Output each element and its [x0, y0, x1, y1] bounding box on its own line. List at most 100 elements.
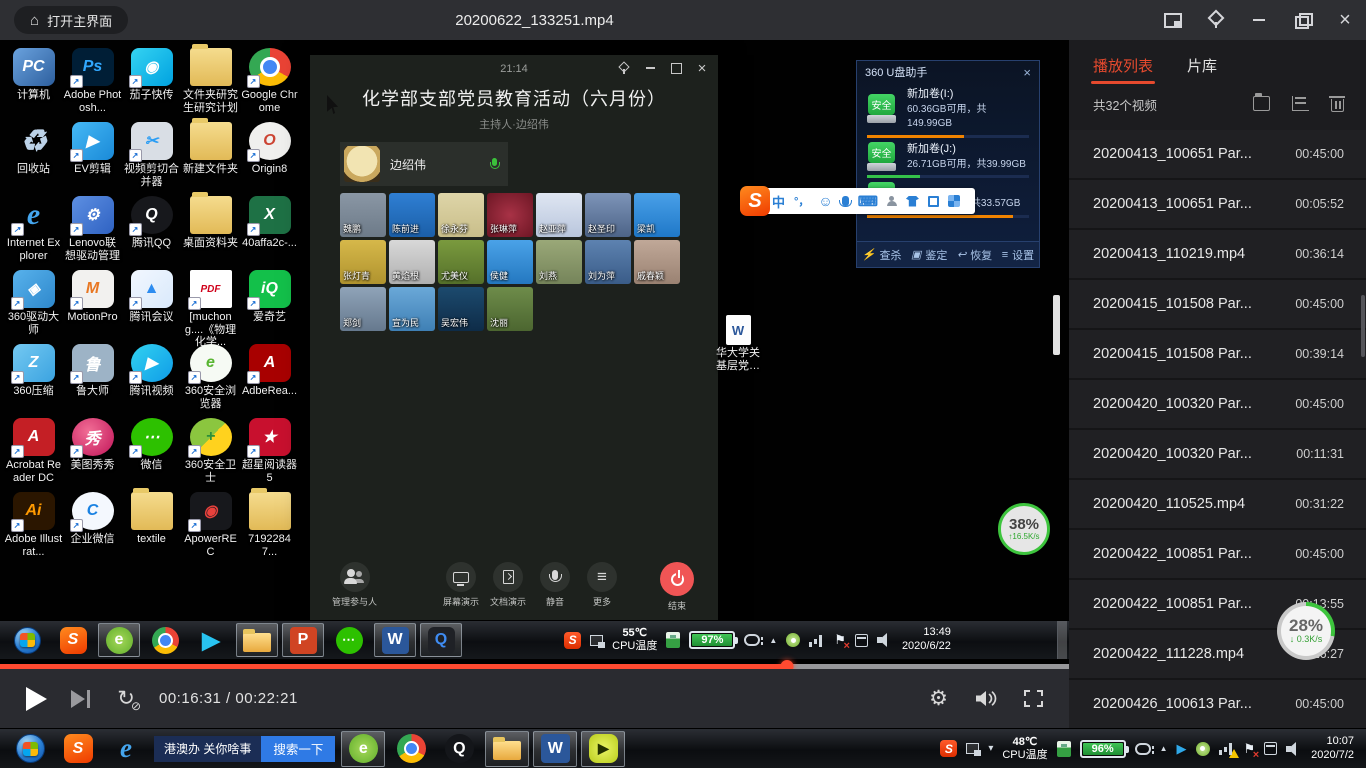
- taskbar-app-icon[interactable]: [485, 731, 529, 767]
- desktop-icon-image: PDF: [190, 270, 232, 308]
- play-button[interactable]: [26, 687, 47, 711]
- taskbar-app-icon[interactable]: [389, 731, 433, 767]
- desktop-icon: 鲁 鲁大师: [63, 344, 122, 418]
- action-center-icon[interactable]: [1244, 741, 1256, 757]
- participant-name: 郑剑: [343, 316, 361, 329]
- sogou-tray-icon[interactable]: [940, 740, 957, 757]
- volume-icon[interactable]: [974, 689, 998, 708]
- add-folder-icon[interactable]: [1253, 96, 1270, 111]
- participant-grid: 魏鹏 陈前进 徐永芬 张琳萍 赵亚萍: [340, 193, 686, 331]
- playlist-item-name: 20200420_100320 Par...: [1093, 396, 1252, 412]
- battery-indicator: 96%: [1080, 740, 1126, 758]
- desktop-icon: C 企业微信: [63, 492, 122, 566]
- manage-list-icon[interactable]: [1292, 96, 1309, 111]
- playlist-item-duration: 00:05:52: [1295, 197, 1344, 211]
- meeting-control-icon: [446, 562, 476, 592]
- tab-library[interactable]: 片库: [1187, 55, 1217, 84]
- playlist-item[interactable]: 20200420_100320 Par... 00:45:00: [1069, 380, 1366, 430]
- taskbar-app-icon[interactable]: ▶: [581, 731, 625, 767]
- search-widget-headline[interactable]: 港澳办 关你啥事: [154, 736, 261, 762]
- taskbar-app-icon: e: [98, 623, 140, 657]
- desktop-icon-label: 超星阅读器5: [241, 459, 299, 484]
- video-count: 共32个视频: [1093, 95, 1157, 114]
- minimize-icon[interactable]: [1250, 12, 1268, 28]
- system-tray: 48℃CPU温度 96% 10:072020/7/2: [940, 735, 1360, 763]
- search-widget[interactable]: 港澳办 关你啥事 搜索一下: [154, 733, 335, 765]
- taskbar-app-icon: S: [52, 623, 94, 657]
- desktop-icon-label: 360安全浏览器: [182, 385, 240, 410]
- desktop-icon-image: [190, 122, 232, 160]
- participant-tile: 黄焰根: [389, 240, 435, 284]
- recorded-desktop-icons: PC 计算机 Ps Adobe Photosh... ◉ 茄子快传 文件夹研究生…: [4, 48, 299, 566]
- fullscreen-icon[interactable]: [1024, 690, 1043, 707]
- taskbar-app-icon[interactable]: e: [341, 731, 385, 767]
- taskbar-app-icon[interactable]: W: [533, 731, 577, 767]
- meeting-control-button: 管理参与人: [332, 562, 377, 608]
- desktop-icon-image: [190, 48, 232, 86]
- tray-expand-icon[interactable]: [1160, 744, 1168, 753]
- search-widget-button[interactable]: 搜索一下: [261, 736, 335, 762]
- taskbar-app-icon[interactable]: [8, 731, 52, 767]
- desktop-icon: PC 计算机: [4, 48, 63, 122]
- maximize-icon[interactable]: [1293, 12, 1311, 28]
- meeting-title: 化学部支部党员教育活动（六月份）: [310, 85, 718, 111]
- meeting-control-label: 静音: [546, 595, 564, 608]
- playlist-item[interactable]: 20200413_110219.mp4 00:36:14: [1069, 230, 1366, 280]
- tab-playlist[interactable]: 播放列表: [1093, 55, 1153, 84]
- usb-helper-title: 360 U盘助手: [865, 64, 927, 80]
- participant-tile: 沈丽: [487, 287, 533, 331]
- playlist-item[interactable]: 20200413_100651 Par... 00:05:52: [1069, 180, 1366, 230]
- playlist-item[interactable]: 20200420_100320 Par... 00:11:31: [1069, 430, 1366, 480]
- desktop-icon-image: M: [72, 270, 114, 308]
- power-plug-icon: [1135, 743, 1151, 755]
- playlist-item[interactable]: 20200426_100613 Par... 00:45:00: [1069, 680, 1366, 728]
- playlist-item-name: 20200422_111228.mp4: [1093, 646, 1244, 662]
- playlist-item-name: 20200426_100613 Par...: [1093, 696, 1252, 712]
- screenshot-icon: [928, 196, 939, 207]
- next-button[interactable]: [71, 688, 91, 710]
- desktop-icon-label: 计算机: [17, 89, 50, 102]
- system-taskbar: S e 港澳办 关你啥事 搜索一下 e: [0, 728, 1366, 768]
- window-switch-tray-icon[interactable]: [966, 743, 979, 754]
- playlist-item[interactable]: 20200415_101508 Par... 00:39:14: [1069, 330, 1366, 380]
- pin-on-top-icon[interactable]: [1207, 12, 1225, 28]
- usb-tray-icon[interactable]: [1057, 741, 1071, 757]
- desktop-icon: ◉ ApowerREC: [181, 492, 240, 566]
- settings-gear-icon[interactable]: ⚙: [929, 688, 948, 709]
- tray-collapse-icon[interactable]: [988, 743, 993, 754]
- desktop-icon: 文件夹研究生研究计划: [181, 48, 240, 122]
- taskbar-app-icon[interactable]: e: [104, 731, 148, 767]
- desktop-icon: 新建文件夹: [181, 122, 240, 196]
- participant-tile: 魏鹏: [340, 193, 386, 237]
- mini-player-icon[interactable]: [1164, 12, 1182, 28]
- playlist-scrollbar[interactable]: [1361, 295, 1365, 357]
- download-progress-badge[interactable]: 28% ↓ 0.3K/s: [1277, 602, 1335, 660]
- video-canvas[interactable]: PC 计算机 Ps Adobe Photosh... ◉ 茄子快传 文件夹研究生…: [0, 40, 1069, 659]
- playlist-item[interactable]: 20200420_110525.mp4 00:31:22: [1069, 480, 1366, 530]
- volume-tray-icon[interactable]: [1286, 742, 1302, 756]
- playlist-item[interactable]: 20200422_100851 Par... 00:45:00: [1069, 530, 1366, 580]
- taskbar-app-icon[interactable]: S: [56, 731, 100, 767]
- usb-action-icon: ▣: [911, 248, 921, 261]
- playlist-item[interactable]: 20200415_101508 Par... 00:45:00: [1069, 280, 1366, 330]
- taskbar-app-icon[interactable]: Q: [437, 731, 481, 767]
- desktop-icon-image: Ai: [13, 492, 55, 530]
- playlist-item[interactable]: 20200413_100651 Par... 00:45:00: [1069, 130, 1366, 180]
- tencent-video-tray-icon[interactable]: [1177, 741, 1187, 757]
- desktop-icon: 71922847...: [240, 492, 299, 566]
- network-signal-icon[interactable]: [1219, 742, 1235, 755]
- calendar-tray-icon[interactable]: [1264, 742, 1277, 755]
- trash-icon[interactable]: [1331, 99, 1344, 112]
- word-doc-desktop-icon: W 华大学关基层党…: [712, 315, 764, 372]
- taskbar-app-icon: W: [374, 623, 416, 657]
- participant-name: 尤美仪: [441, 269, 468, 282]
- desktop-icon-label: 360安全卫士: [182, 459, 240, 484]
- 360-tray-icon[interactable]: [1196, 742, 1210, 756]
- close-icon[interactable]: ×: [1336, 12, 1354, 28]
- taskbar-apps-right: e Q W ▶: [339, 729, 627, 768]
- playlist-item-duration: 00:36:14: [1295, 247, 1344, 261]
- repeat-mode-button[interactable]: ↻: [113, 688, 139, 709]
- desktop-icon-label: 美图秀秀: [71, 459, 115, 472]
- system-clock[interactable]: 10:072020/7/2: [1311, 735, 1354, 763]
- taskbar-app-icon: [236, 623, 278, 657]
